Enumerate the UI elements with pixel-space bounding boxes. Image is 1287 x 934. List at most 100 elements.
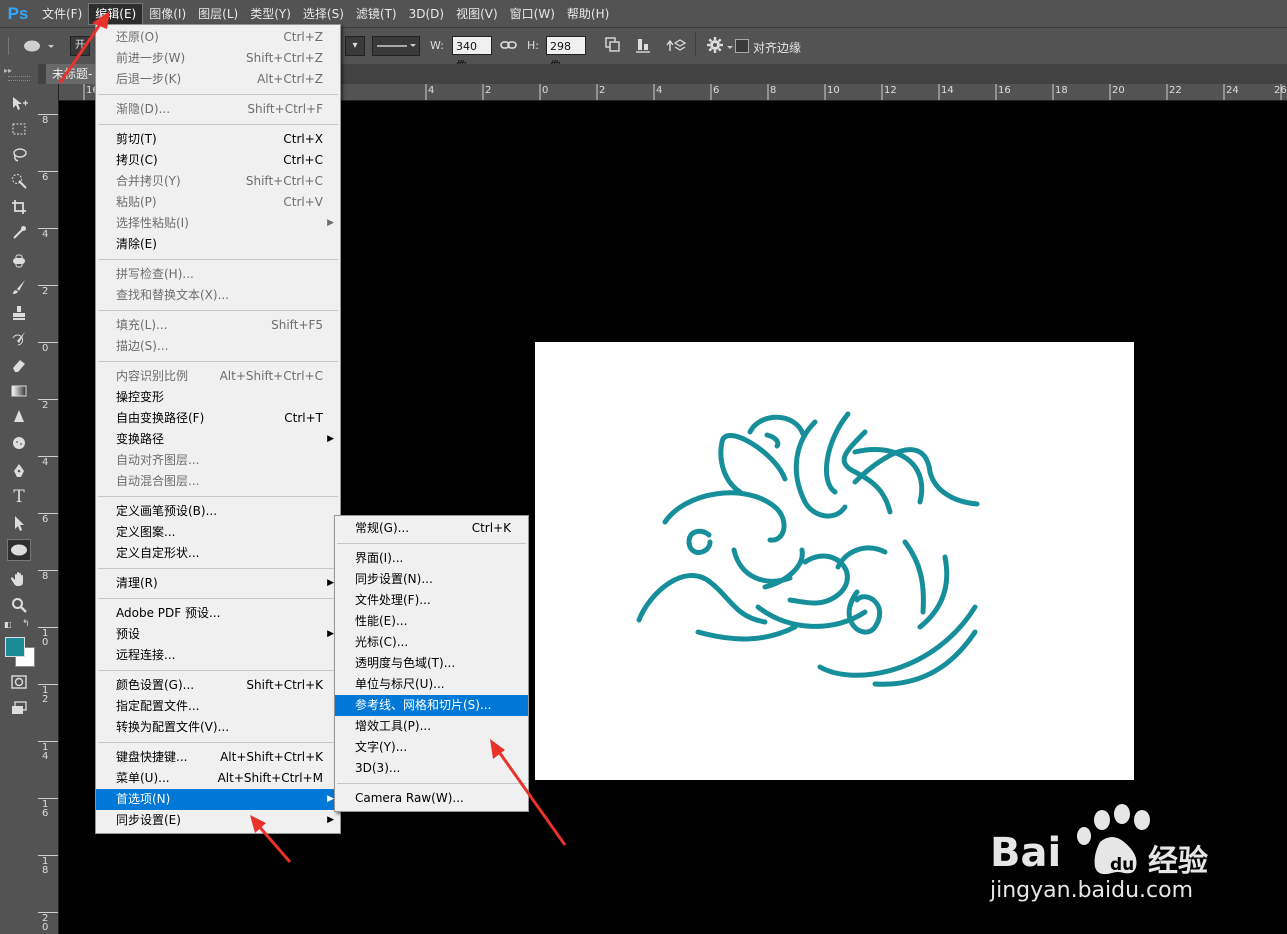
path-alignment-icon[interactable]: [634, 36, 652, 57]
align-edges-checkbox[interactable]: [735, 39, 749, 53]
menu-4[interactable]: 类型(Y): [244, 4, 297, 24]
prefs-menu-item[interactable]: 透明度与色域(T)...: [335, 653, 528, 674]
menu-9[interactable]: 窗口(W): [504, 4, 561, 24]
edit-menu-item[interactable]: 预设 ▶: [96, 624, 340, 645]
stroke-style-dropdown[interactable]: [372, 36, 420, 56]
eyedropper-tool-icon[interactable]: [7, 222, 31, 244]
marquee-tool-icon[interactable]: [7, 118, 31, 140]
path-operations-icon[interactable]: [604, 36, 622, 57]
ellipse-tool-icon[interactable]: [7, 539, 31, 561]
menu-7[interactable]: 3D(D): [403, 4, 450, 24]
tools-panel: ▸▸ T ◧ ↰: [0, 64, 39, 934]
menu-5[interactable]: 选择(S): [297, 4, 350, 24]
menu-10[interactable]: 帮助(H): [561, 4, 615, 24]
gradient-tool-icon[interactable]: [7, 380, 31, 402]
edit-menu-item-label: Adobe PDF 预设...: [116, 606, 221, 620]
pen-tool-icon[interactable]: [7, 460, 31, 482]
edit-menu-item[interactable]: 操控变形: [96, 387, 340, 408]
prefs-menu-item[interactable]: 单位与标尺(U)...: [335, 674, 528, 695]
prefs-menu-item-label: 3D(3)...: [355, 761, 401, 775]
quick-selection-tool-icon[interactable]: [7, 170, 31, 192]
brush-tool-icon[interactable]: [7, 276, 31, 298]
prefs-menu-item[interactable]: 界面(I)...: [335, 548, 528, 569]
lasso-tool-icon[interactable]: [7, 144, 31, 166]
zoom-tool-icon[interactable]: [7, 594, 31, 616]
ruler-tick-line: [38, 798, 58, 799]
edit-menu-item[interactable]: 定义画笔预设(B)...: [96, 501, 340, 522]
quick-mask-icon[interactable]: [7, 671, 31, 693]
eraser-tool-icon[interactable]: [7, 354, 31, 376]
edit-menu-item: 后退一步(K) Alt+Ctrl+Z: [96, 69, 340, 90]
edit-menu-item[interactable]: 指定配置文件...: [96, 696, 340, 717]
prefs-menu-item-label: Camera Raw(W)...: [355, 791, 464, 805]
height-input[interactable]: 298 像: [546, 36, 586, 72]
history-brush-tool-icon[interactable]: [7, 328, 31, 350]
edit-menu-item-shortcut: Ctrl+T: [284, 411, 323, 425]
edit-menu-item[interactable]: 定义自定形状...: [96, 543, 340, 564]
prefs-menu-item[interactable]: 常规(G)... Ctrl+K: [335, 518, 528, 539]
ruler-tick: 2: [42, 400, 49, 411]
type-tool-icon[interactable]: T: [7, 486, 31, 508]
ruler-tick-line: [38, 855, 58, 856]
edit-menu-item: 描边(S)...: [96, 336, 340, 357]
gear-icon[interactable]: [706, 36, 724, 57]
edit-menu-item: 内容识别比例 Alt+Shift+Ctrl+C: [96, 366, 340, 387]
path-arrangement-icon[interactable]: [664, 36, 687, 57]
edit-menu-item[interactable]: 键盘快捷键... Alt+Shift+Ctrl+K: [96, 747, 340, 768]
prefs-menu-item-label: 同步设置(N)...: [355, 572, 433, 586]
stroke-type-dropdown[interactable]: ▾: [345, 36, 365, 56]
move-tool-icon[interactable]: [7, 92, 31, 114]
blur-tool-icon[interactable]: [7, 406, 31, 428]
prefs-menu-item[interactable]: 性能(E)...: [335, 611, 528, 632]
edit-menu-item[interactable]: 同步设置(E) ▶: [96, 810, 340, 831]
hand-tool-icon[interactable]: [7, 568, 31, 590]
dodge-tool-icon[interactable]: [7, 432, 31, 454]
edit-menu-item[interactable]: 转换为配置文件(V)...: [96, 717, 340, 738]
healing-brush-tool-icon[interactable]: [7, 250, 31, 272]
foreground-color-swatch[interactable]: [5, 637, 25, 657]
edit-menu-item[interactable]: 颜色设置(G)... Shift+Ctrl+K: [96, 675, 340, 696]
edit-menu-item[interactable]: 远程连接...: [96, 645, 340, 666]
prefs-menu-item[interactable]: 同步设置(N)...: [335, 569, 528, 590]
prefs-menu-item[interactable]: 光标(C)...: [335, 632, 528, 653]
edit-menu-item[interactable]: 剪切(T) Ctrl+X: [96, 129, 340, 150]
ruler-tick-line: [38, 399, 58, 400]
menu-2[interactable]: 图像(I): [143, 4, 192, 24]
gear-dropdown-icon[interactable]: [727, 40, 735, 54]
screen-mode-icon[interactable]: [7, 697, 31, 719]
edit-menu-item[interactable]: 定义图案...: [96, 522, 340, 543]
panel-collapse-icon[interactable]: ▸▸: [4, 66, 12, 75]
edit-menu-item-label: 变换路径: [116, 432, 165, 446]
edit-menu-item: 还原(O) Ctrl+Z: [96, 27, 340, 48]
ellipse-preset-icon[interactable]: [22, 38, 56, 57]
ruler-tick-line: [38, 342, 58, 343]
document-canvas[interactable]: [535, 342, 1134, 780]
edit-menu-item-shortcut: Shift+F5: [271, 318, 323, 332]
edit-menu-item[interactable]: 变换路径 ▶: [96, 429, 340, 450]
prefs-menu-item-label: 常规(G)...: [355, 521, 410, 535]
edit-menu-item-label: 选择性粘贴(I): [116, 216, 189, 230]
edit-menu-item[interactable]: 清除(E): [96, 234, 340, 255]
edit-menu-item[interactable]: 菜单(U)... Alt+Shift+Ctrl+M: [96, 768, 340, 789]
crop-tool-icon[interactable]: [7, 196, 31, 218]
clone-stamp-tool-icon[interactable]: [7, 302, 31, 324]
path-selection-tool-icon[interactable]: [7, 512, 31, 534]
edit-menu-item[interactable]: 首选项(N) ▶: [96, 789, 340, 810]
prefs-menu-item[interactable]: 增效工具(P)...: [335, 716, 528, 737]
menu-3[interactable]: 图层(L): [192, 4, 244, 24]
width-input[interactable]: 340 像: [452, 36, 492, 72]
prefs-menu-item[interactable]: 参考线、网格和切片(S)...: [335, 695, 528, 716]
default-colors-icon[interactable]: ◧: [4, 620, 12, 629]
edit-menu-item[interactable]: Adobe PDF 预设...: [96, 603, 340, 624]
swap-colors-icon[interactable]: ↰: [22, 619, 30, 629]
edit-menu-item[interactable]: 自由变换路径(F) Ctrl+T: [96, 408, 340, 429]
link-dimensions-icon[interactable]: [500, 37, 518, 56]
edit-menu-item[interactable]: 清理(R) ▶: [96, 573, 340, 594]
menu-8[interactable]: 视图(V): [450, 4, 504, 24]
ruler-tick-line: [38, 912, 58, 913]
edit-menu-item[interactable]: 拷贝(C) Ctrl+C: [96, 150, 340, 171]
menu-6[interactable]: 滤镜(T): [350, 4, 403, 24]
menu-separator: [337, 543, 526, 544]
vertical-ruler[interactable]: 8 6 4 2 0 2 4 6 8 1 0 1 2 1 4 1 6 1 8 2 0: [38, 84, 59, 934]
prefs-menu-item[interactable]: 文件处理(F)...: [335, 590, 528, 611]
